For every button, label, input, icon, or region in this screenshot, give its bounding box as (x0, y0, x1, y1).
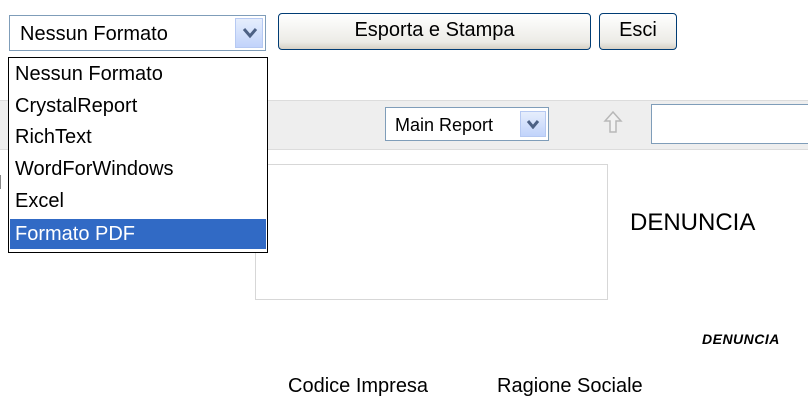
format-select-dropdown-button[interactable] (235, 18, 263, 48)
report-title: DENUNCIA (630, 209, 756, 236)
format-dropdown-list: Nessun Formato CrystalReport RichText Wo… (8, 57, 268, 253)
report-select[interactable]: Main Report (385, 107, 549, 141)
export-print-button[interactable]: Esporta e Stampa (278, 13, 591, 50)
up-arrow-icon[interactable] (598, 108, 628, 140)
format-option-formato-pdf[interactable]: Formato PDF (10, 219, 266, 249)
format-option-crystalreport[interactable]: CrystalReport (10, 91, 266, 121)
report-select-value: Main Report (395, 115, 494, 135)
search-input[interactable] (651, 104, 808, 144)
report-select-dropdown-button[interactable] (520, 111, 546, 137)
format-select-value: Nessun Formato (20, 23, 168, 45)
exit-button[interactable]: Esci (599, 13, 677, 50)
format-option-richtext[interactable]: RichText (10, 122, 266, 152)
chevron-down-icon (242, 28, 258, 39)
column-header-ragione-sociale: Ragione Sociale (497, 375, 643, 397)
format-option-excel[interactable]: Excel (10, 186, 266, 216)
format-option-wordforwindows[interactable]: WordForWindows (10, 154, 266, 184)
column-header-codice-impresa: Codice Impresa (288, 375, 429, 397)
format-select[interactable]: Nessun Formato (9, 15, 266, 51)
chevron-down-icon (526, 120, 540, 129)
format-option-nessun-formato[interactable]: Nessun Formato (10, 59, 266, 89)
page-edge-marker (0, 175, 6, 189)
report-subtitle: DENUNCIA (702, 331, 780, 347)
report-logo-box (255, 164, 608, 300)
